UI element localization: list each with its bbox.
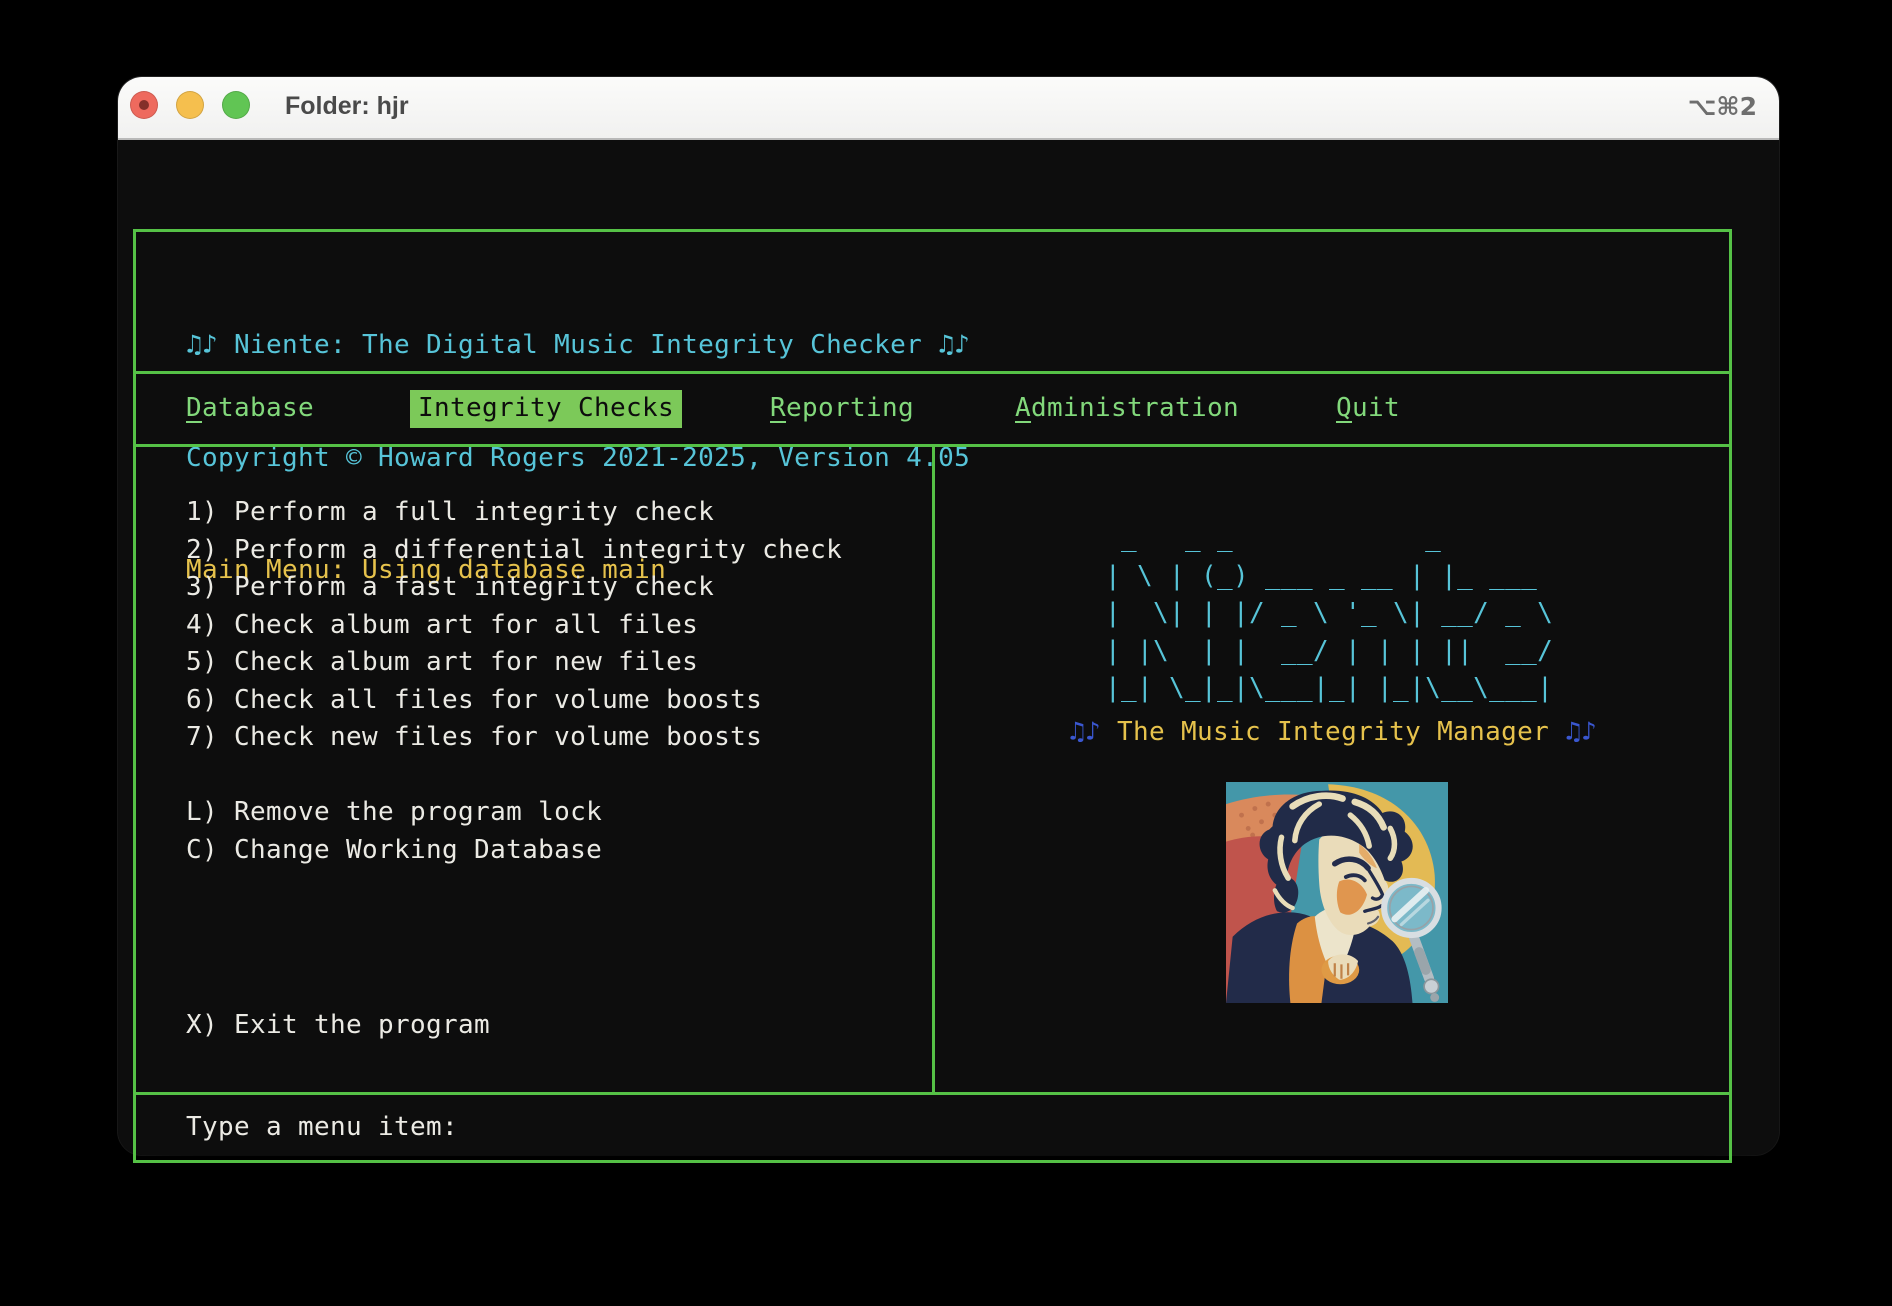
menu-option-7[interactable]: 7) Check new files for volume boosts (186, 719, 762, 757)
window-shortcut-badge: ⌥⌘2 (1688, 77, 1757, 136)
menu-key-database: D (186, 393, 202, 423)
menu-option-5[interactable]: 5) Check album art for new files (186, 644, 698, 682)
zoom-button[interactable] (222, 91, 250, 119)
menu-label-administration: dministration (1031, 393, 1239, 423)
panel-divider (932, 447, 935, 1092)
close-dot-icon (139, 100, 149, 110)
menu-label-integrity-checks: ntegrity Checks (434, 393, 674, 423)
menu-option-2[interactable]: 2) Perform a differential integrity chec… (186, 532, 842, 570)
prompt-label: Type a menu item: (186, 1112, 458, 1142)
menu-key-administration: A (1015, 393, 1031, 423)
window-title: Folder: hjr (285, 77, 409, 136)
menu-item-database[interactable]: Database (186, 390, 314, 428)
separator-header (136, 371, 1729, 374)
menu-key-quit: Q (1336, 393, 1352, 423)
menu-option-3[interactable]: 3) Perform a fast integrity check (186, 569, 714, 607)
menu-item-administration[interactable]: Administration (1015, 390, 1239, 428)
menu-option-lock[interactable]: L) Remove the program lock (186, 794, 602, 832)
separator-prompt (136, 1092, 1729, 1095)
menu-key-reporting: R (770, 393, 786, 423)
menu-item-integrity-checks[interactable]: Integrity Checks (410, 390, 682, 428)
menu-item-reporting[interactable]: Reporting (770, 390, 914, 428)
prompt-line[interactable]: Type a menu item: (186, 1109, 458, 1147)
menu-option-6[interactable]: 6) Check all files for volume boosts (186, 682, 762, 720)
menu-option-4[interactable]: 4) Check album art for all files (186, 607, 698, 645)
menu-item-quit[interactable]: Quit (1336, 390, 1400, 428)
menu-option-1[interactable]: 1) Perform a full integrity check (186, 494, 714, 532)
menu-option-exit[interactable]: X) Exit the program (186, 1007, 490, 1045)
terminal-screen[interactable]: ♫♪ Niente: The Digital Music Integrity C… (118, 140, 1779, 1155)
beethoven-portrait-image (1226, 782, 1448, 1003)
music-notes-icon: ♫♪ (1565, 717, 1597, 747)
ascii-art-niente: _ _ _ _ | \ | (_) ___ _ __ | |_ ___ | \|… (1105, 520, 1553, 708)
terminal-window: Folder: hjr ⌥⌘2 ♫♪ Niente: The Digital M… (118, 77, 1779, 1155)
menu-label-database: atabase (202, 393, 314, 423)
app-title: ♫♪ Niente: The Digital Music Integrity C… (186, 327, 970, 365)
menu-key-integrity-checks: I (418, 393, 434, 423)
minimize-button[interactable] (176, 91, 204, 119)
tagline: ♫♪ The Music Integrity Manager ♫♪ (1069, 714, 1597, 752)
menu-option-change-db[interactable]: C) Change Working Database (186, 832, 602, 870)
music-notes-icon: ♫♪ (1069, 717, 1101, 747)
menu-label-reporting: eporting (786, 393, 914, 423)
window-titlebar[interactable]: Folder: hjr ⌥⌘2 (118, 77, 1779, 140)
menu-label-quit: uit (1352, 393, 1400, 423)
tui-frame: ♫♪ Niente: The Digital Music Integrity C… (133, 229, 1732, 1163)
close-button[interactable] (130, 91, 158, 119)
tagline-text: The Music Integrity Manager (1101, 717, 1565, 747)
desktop: Folder: hjr ⌥⌘2 ♫♪ Niente: The Digital M… (0, 0, 1892, 1306)
